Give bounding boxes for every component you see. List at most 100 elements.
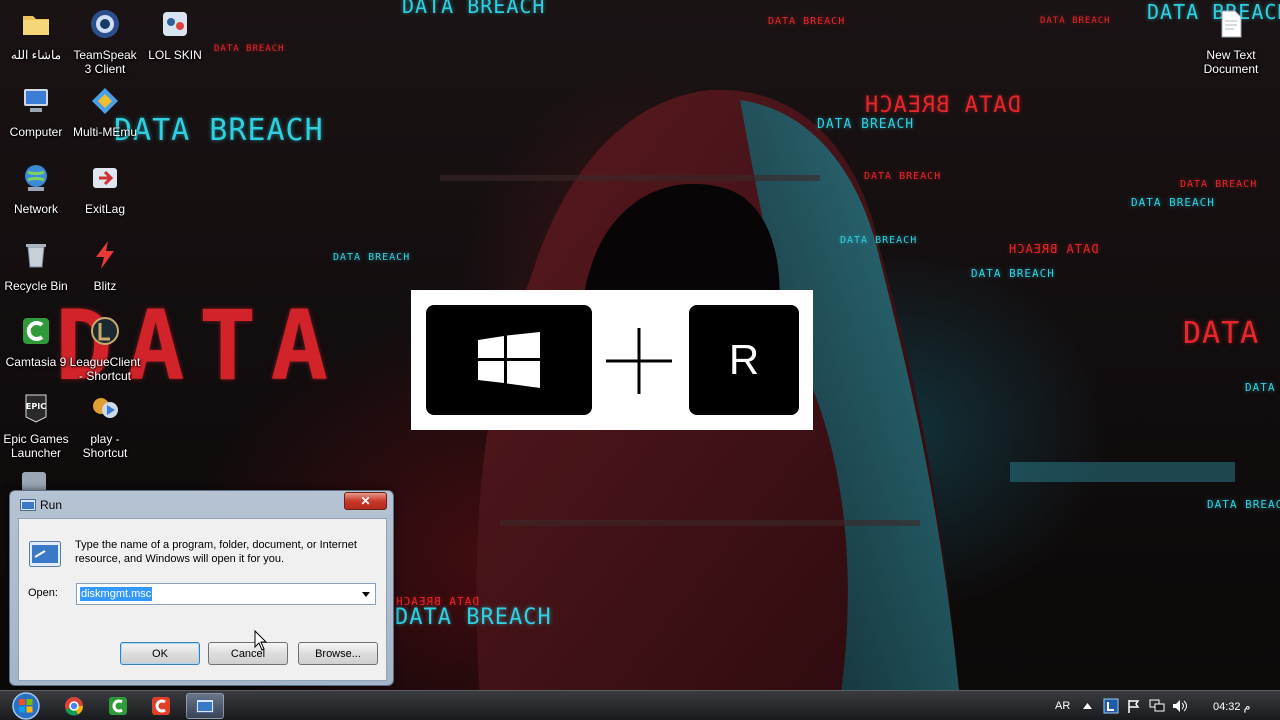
taskbar: AR 04:32 م (0, 690, 1280, 720)
desktop-icon-blitz[interactable]: Blitz (69, 239, 141, 293)
plus-icon (606, 328, 672, 394)
tray-app-button[interactable] (1103, 691, 1119, 720)
desktop-icon-recycle-bin[interactable]: Recycle Bin (0, 239, 72, 293)
folder-icon (23, 16, 49, 35)
epic-games-icon: EPIC (25, 394, 47, 423)
run-dialog: Run ✕ Type the name of a program, folder… (9, 490, 394, 686)
desktop-icon-play-shortcut[interactable]: play - Shortcut (69, 392, 141, 460)
partial-desktop-icon (22, 472, 46, 492)
camtasia-icon (23, 318, 49, 344)
league-client-icon (91, 317, 119, 345)
run-dialog-title: Run (40, 498, 63, 512)
wallpaper-text: DATA BREACH (1180, 179, 1258, 190)
desktop-icon-exitlag[interactable]: ExitLag (69, 162, 141, 216)
desktop-icon-label: Epic Games Launcher (3, 432, 69, 460)
open-label: Open: (28, 587, 58, 599)
wallpaper-text: DATA BREACH (114, 113, 324, 148)
lol-skin-icon (163, 12, 187, 36)
desktop-icon-computer[interactable]: Computer (0, 85, 72, 139)
desktop-icon-camtasia[interactable]: Camtasia 9 (0, 315, 72, 369)
wallpaper-text: DATA BREACH (971, 267, 1055, 280)
wallpaper-text: DATA BREACH (333, 252, 411, 263)
taskbar-camtasia-recorder-button[interactable] (142, 693, 180, 719)
desktop-icon-new-text-document[interactable]: New Text Document (1195, 8, 1267, 76)
open-input-value[interactable]: diskmgmt.msc (80, 587, 153, 601)
wallpaper-text: DATA BREACH (840, 235, 918, 246)
wallpaper-text: DATA BREACH (1008, 242, 1099, 256)
desktop-icon-label: Blitz (93, 279, 117, 293)
taskbar-run-button[interactable] (186, 693, 224, 719)
run-dialog-body: Type the name of a program, folder, docu… (18, 518, 387, 681)
browse-button[interactable]: Browse... (298, 642, 378, 665)
run-program-icon (29, 541, 61, 567)
action-center-button[interactable] (1127, 691, 1141, 720)
camtasia-recorder-icon (152, 697, 170, 715)
camtasia-icon (109, 697, 127, 715)
desktop-icon-network[interactable]: Network (0, 162, 72, 216)
run-dialog-titlebar[interactable]: Run (20, 498, 62, 512)
dropdown-arrow-button[interactable] (359, 586, 373, 602)
desktop-icon-multi-memu[interactable]: Multi-MEmu (69, 85, 141, 139)
ok-button[interactable]: OK (120, 642, 200, 665)
windows-start-orb-icon (12, 692, 40, 720)
desktop-icon-label: TeamSpeak 3 Client (73, 48, 137, 76)
desktop-icon-folder[interactable]: ماشاء الله (0, 8, 72, 62)
language-indicator[interactable]: AR (1055, 691, 1070, 720)
desktop-icon-lol-skin[interactable]: LOL SKIN (139, 8, 211, 62)
desktop-icon-label: New Text Document (1203, 48, 1259, 76)
flag-icon (1128, 700, 1140, 713)
desktop-icon-label: Network (13, 202, 58, 216)
start-button[interactable] (8, 691, 44, 720)
wallpaper-text: DATA (1183, 316, 1260, 351)
wallpaper-text: DATA (1245, 381, 1276, 394)
desktop-icon-label: ExitLag (84, 202, 126, 216)
wallpaper-text: DATA BREACH (864, 171, 942, 182)
exitlag-icon (93, 168, 117, 188)
network-status-icon (1149, 699, 1165, 712)
wallpaper-text: DATA BREACH (1207, 498, 1280, 511)
clock[interactable]: 04:32 م (1213, 691, 1250, 720)
svg-text:EPIC: EPIC (26, 402, 46, 411)
desktop-icon-league-client[interactable]: LeagueClient - Shortcut (69, 315, 141, 383)
recycle-bin-icon (26, 244, 46, 268)
wallpaper-text: DATA BREACH (402, 0, 546, 18)
cancel-button[interactable]: Cancel (208, 642, 288, 665)
chevron-up-icon (1083, 703, 1092, 709)
wallpaper-text: DATA BREACH (395, 595, 479, 608)
wallpaper-text: DATA BREACH (1040, 16, 1111, 26)
speaker-icon (1173, 700, 1187, 712)
wallpaper-text: DATA BREACH (768, 16, 846, 27)
open-combobox[interactable]: diskmgmt.msc (76, 583, 376, 605)
shortcut-overlay: R (411, 290, 813, 430)
desktop-icon-label: Recycle Bin (4, 279, 68, 293)
desktop-icon-epic-games[interactable]: EPIC Epic Games Launcher (0, 392, 72, 460)
run-icon (20, 499, 36, 511)
close-button[interactable]: ✕ (344, 492, 387, 510)
multi-memu-icon (92, 88, 118, 114)
taskbar-camtasia-button[interactable] (99, 693, 137, 719)
wallpaper-text: DATA BREACH (1131, 196, 1215, 209)
wallpaper-text: DATA BREACH (214, 44, 285, 54)
desktop-icon-teamspeak[interactable]: TeamSpeak 3 Client (69, 8, 141, 76)
run-icon (196, 699, 214, 713)
desktop-icon-label: Multi-MEmu (72, 125, 137, 139)
show-hidden-icons-button[interactable] (1083, 691, 1092, 720)
volume-button[interactable] (1172, 691, 1188, 720)
network-status-button[interactable] (1149, 691, 1165, 720)
blitz-icon (96, 241, 114, 269)
mouse-cursor-icon (254, 630, 268, 651)
wallpaper-text: DATA BREACH (395, 605, 552, 630)
chrome-icon (65, 697, 84, 716)
windows-logo-icon (478, 332, 540, 388)
desktop-icon-label: ماشاء الله (10, 48, 62, 62)
play-shortcut-icon (93, 398, 118, 418)
desktop-icon-label: LeagueClient - Shortcut (69, 355, 141, 383)
chevron-down-icon (362, 591, 370, 597)
r-key: R (689, 305, 799, 415)
computer-icon (24, 89, 48, 112)
run-dialog-description: Type the name of a program, folder, docu… (75, 539, 357, 565)
taskbar-chrome-button[interactable] (55, 693, 93, 719)
text-document-icon (1221, 10, 1242, 38)
close-icon: ✕ (360, 494, 371, 508)
desktop-icon-label: LOL SKIN (148, 48, 202, 62)
